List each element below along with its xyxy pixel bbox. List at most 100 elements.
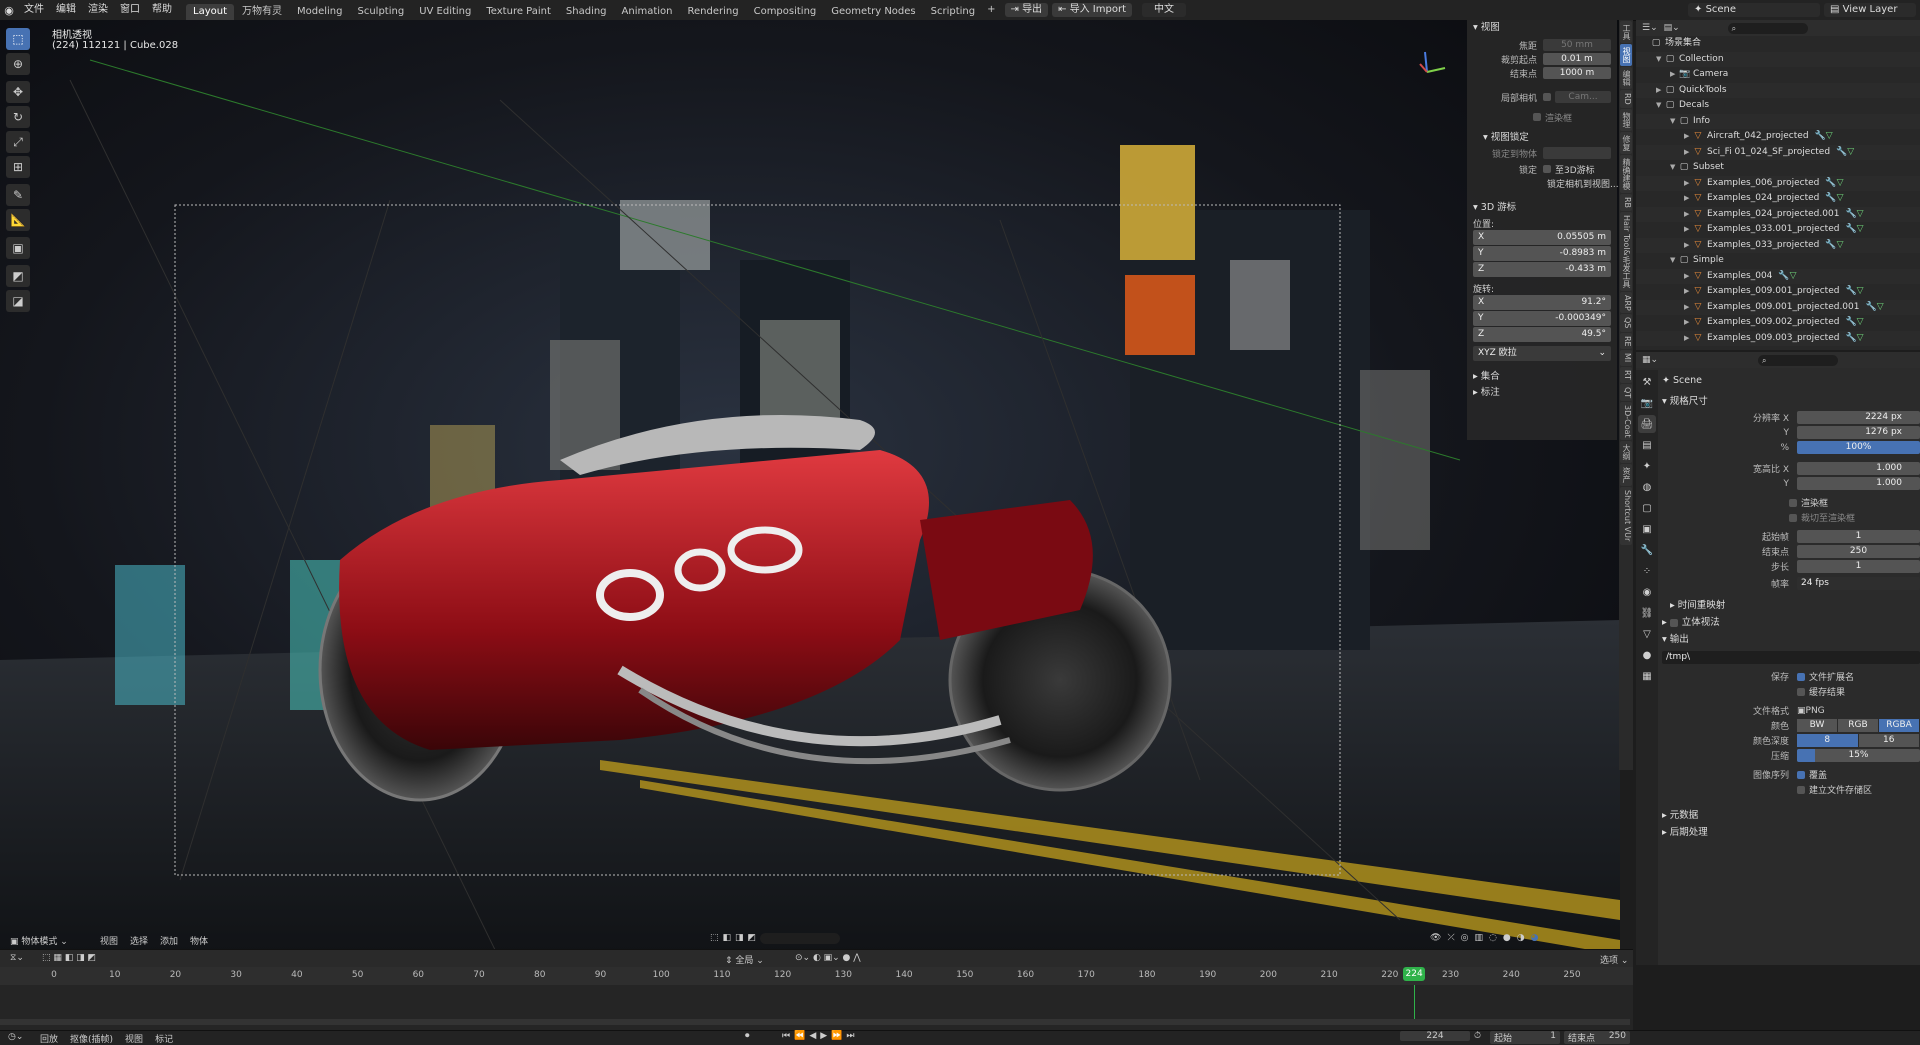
- edit-tool-icon[interactable]: ◪: [6, 290, 30, 312]
- select-box-icon[interactable]: ⬚: [710, 933, 719, 944]
- sidebar-tab[interactable]: 物理: [1620, 108, 1632, 131]
- sidebar-tab[interactable]: 精确建模: [1620, 154, 1632, 193]
- outliner-row[interactable]: ▢ 场景集合: [1636, 36, 1920, 52]
- pivot-icon[interactable]: ⊙⌄ ◐ ▣⌄ ● ⋀: [795, 953, 861, 963]
- outliner-search-input[interactable]: ⌕: [1727, 22, 1808, 34]
- file-ext-checkbox[interactable]: [1797, 672, 1805, 681]
- outliner-row[interactable]: ▶ ▽ Examples_009.003_projected 🔧▽: [1636, 330, 1920, 347]
- outliner-row[interactable]: ▶ ▽ Examples_033.001_projected 🔧▽: [1636, 222, 1920, 238]
- sidebar-tab[interactable]: RE: [1620, 332, 1632, 350]
- language-button[interactable]: 中文: [1142, 3, 1186, 17]
- annotate-tool-icon[interactable]: ✎: [6, 184, 30, 206]
- 3d-viewport[interactable]: 相机透视 (224) 112121 | Cube.028 ⬚ ⊕ ✥ ↻ ⤢ ⊞…: [0, 20, 1620, 965]
- timeline-editor-icon[interactable]: ⧖⌄: [10, 953, 24, 963]
- post-processing-header[interactable]: ▸ 后期处理: [1662, 824, 1920, 841]
- stereo-checkbox[interactable]: [1669, 618, 1678, 627]
- overwrite-checkbox[interactable]: [1797, 770, 1805, 779]
- workspace-tab[interactable]: UV Editing: [412, 4, 478, 20]
- cache-checkbox[interactable]: [1797, 687, 1805, 696]
- viewport-menu-item[interactable]: 添加: [160, 934, 178, 947]
- solid-shading-icon[interactable]: ●: [1503, 933, 1511, 943]
- jump-end-icon[interactable]: ⏭: [846, 1031, 854, 1041]
- sidebar-tab[interactable]: 编辑: [1620, 67, 1632, 89]
- fps-dropdown[interactable]: 24 fps: [1797, 577, 1920, 590]
- outliner-row[interactable]: ▼ ▢ Info: [1636, 113, 1920, 129]
- disclosure-triangle-icon[interactable]: ▶: [1684, 238, 1693, 254]
- sidebar-tab[interactable]: ARP: [1620, 291, 1632, 314]
- workspace-tab[interactable]: Sculpting: [351, 4, 412, 20]
- depth-option-16[interactable]: 16: [1858, 734, 1919, 747]
- outliner-row[interactable]: ▶ ▽ Examples_024_projected.001 🔧▽: [1636, 206, 1920, 223]
- scene-selector[interactable]: ✦ Scene: [1688, 3, 1820, 17]
- play-icon[interactable]: ▶: [820, 1031, 827, 1041]
- timeline-menu-item[interactable]: 回放: [40, 1032, 58, 1045]
- rotate-tool-icon[interactable]: ↻: [6, 106, 30, 128]
- compress-slider[interactable]: 15%: [1797, 749, 1920, 762]
- menu-item[interactable]: 编辑: [50, 0, 82, 20]
- material-shading-icon[interactable]: ◑: [1517, 933, 1525, 943]
- gizmo-icon[interactable]: ⤫: [1447, 933, 1454, 943]
- sidebar-tab[interactable]: QS: [1620, 314, 1632, 332]
- disclosure-triangle-icon[interactable]: ▶: [1684, 191, 1693, 207]
- disclosure-triangle-icon[interactable]: ▼: [1670, 253, 1679, 269]
- sidebar-tab[interactable]: Shortcut VUr: [1620, 487, 1632, 545]
- outliner-row[interactable]: ▶ ▽ Examples_009.001_projected 🔧▽: [1636, 284, 1920, 300]
- viewport-search-input[interactable]: [760, 933, 841, 944]
- disclosure-triangle-icon[interactable]: ▼: [1656, 52, 1665, 68]
- aspect-y-field[interactable]: 1.000: [1797, 477, 1920, 490]
- select-subtract-icon[interactable]: ◨: [735, 933, 744, 944]
- color-option-bw[interactable]: BW: [1797, 719, 1837, 732]
- workspace-tab[interactable]: Compositing: [747, 4, 824, 20]
- outliner-row[interactable]: ▼ ▢ Collection: [1636, 51, 1920, 68]
- disclosure-triangle-icon[interactable]: ▶: [1684, 129, 1693, 145]
- rendered-shading-icon[interactable]: ◕: [1531, 933, 1539, 943]
- rot-x-field[interactable]: X 91.2°: [1473, 295, 1611, 310]
- add-workspace-button[interactable]: +: [983, 2, 999, 18]
- output-path-input[interactable]: /tmp\: [1662, 651, 1920, 664]
- transform-tool-icon[interactable]: ⊞: [6, 156, 30, 178]
- outliner-row[interactable]: ▶ ▽ Examples_004 🔧▽: [1636, 268, 1920, 284]
- frame-start-field[interactable]: 1: [1797, 530, 1920, 543]
- next-key-icon[interactable]: ⏩: [831, 1031, 842, 1041]
- outliner-row[interactable]: ▼ ▢ Decals: [1636, 98, 1920, 114]
- move-tool-icon[interactable]: ✥: [6, 81, 30, 103]
- time-remap-header[interactable]: ▸ 时间重映射: [1662, 597, 1920, 614]
- outliner-row[interactable]: ▶ ▽ Aircraft_042_projected 🔧▽: [1636, 129, 1920, 145]
- outliner-filter-icon[interactable]: ▤⌄: [1664, 23, 1680, 33]
- workspace-tab[interactable]: Scripting: [924, 4, 982, 20]
- disclosure-triangle-icon[interactable]: ▶: [1684, 145, 1693, 161]
- play-reverse-icon[interactable]: ◀: [809, 1031, 816, 1041]
- workspace-tab[interactable]: Layout: [186, 4, 234, 20]
- menu-item[interactable]: 窗口: [114, 0, 146, 20]
- disclosure-triangle-icon[interactable]: ▶: [1684, 331, 1693, 347]
- measure-tool-icon[interactable]: 📐: [6, 209, 30, 231]
- clock-icon[interactable]: ⏱: [1474, 1031, 1481, 1041]
- sidebar-tab[interactable]: 视图: [1620, 44, 1632, 66]
- mode-dropdown[interactable]: ▣ 物体模式 ⌄: [10, 934, 68, 947]
- disclosure-triangle-icon[interactable]: ▶: [1656, 83, 1665, 99]
- clip-start-field[interactable]: 0.01 m: [1543, 53, 1611, 65]
- snap-options[interactable]: 选项 ⌄: [1600, 953, 1628, 966]
- outliner-row[interactable]: ▶ ▽ Examples_009.001_projected.001 🔧▽: [1636, 299, 1920, 315]
- disclosure-triangle-icon[interactable]: ▶: [1684, 207, 1693, 223]
- outliner-row[interactable]: ▶ ▽ Examples_033_projected 🔧▽: [1636, 237, 1920, 254]
- timeline-menu-item[interactable]: 视图: [125, 1032, 143, 1045]
- res-y-field[interactable]: 1276 px: [1797, 426, 1920, 439]
- workspace-tab[interactable]: Animation: [615, 4, 680, 20]
- frame-end-field[interactable]: 250: [1797, 545, 1920, 558]
- clip-end-field[interactable]: 1000 m: [1543, 67, 1611, 79]
- render-tab-icon[interactable]: 📷: [1638, 394, 1656, 412]
- record-button[interactable]: ⏺: [745, 1031, 750, 1041]
- file-format-value[interactable]: PNG: [1806, 706, 1825, 716]
- rotation-mode-dropdown[interactable]: XYZ 欧拉 ⌄: [1473, 346, 1611, 361]
- material-tab-icon[interactable]: ●: [1638, 646, 1656, 664]
- export-button[interactable]: ⇥ 导出: [1004, 3, 1049, 17]
- workspace-tab[interactable]: 万物有灵: [235, 4, 289, 20]
- depth-option-8[interactable]: 8: [1797, 734, 1858, 747]
- metadata-header[interactable]: ▸ 元数据: [1662, 807, 1920, 824]
- res-pct-slider[interactable]: 100%: [1797, 441, 1920, 454]
- sidebar-tab[interactable]: Hair Tool&毛发工具: [1620, 211, 1632, 291]
- sidebar-tab[interactable]: MI: [1620, 350, 1632, 366]
- aspect-x-field[interactable]: 1.000: [1797, 462, 1920, 475]
- sidebar-tab[interactable]: RB: [1620, 193, 1632, 211]
